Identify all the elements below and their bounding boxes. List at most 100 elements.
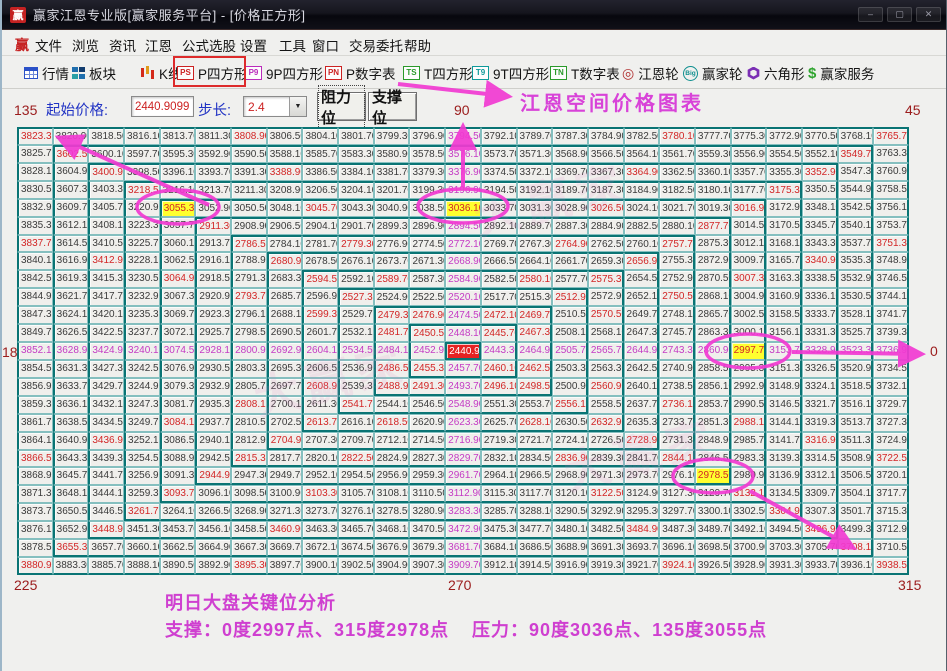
grid-cell: 2724.10 [552, 432, 588, 450]
grid-cell: 3204.10 [338, 181, 374, 199]
toolbar-item-gann-wheel[interactable]: ◎江恩轮 [622, 61, 679, 85]
grid-cell: 3021.70 [659, 199, 695, 217]
grid-cell: 3304.90 [766, 503, 802, 521]
step-select[interactable]: 2.4 ▼ [243, 96, 307, 117]
grid-cell: 2690.50 [267, 324, 303, 342]
support-button[interactable]: 支撑位 [368, 92, 417, 121]
grid-cell: 3110.50 [409, 485, 445, 503]
toolbar-item-label: 9T四方形 [493, 63, 549, 83]
grid-cell: 2971.30 [588, 467, 624, 485]
grid-cell: 2611.30 [302, 396, 338, 414]
grid-cell: 3199.30 [409, 181, 445, 199]
minimize-button[interactable]: ‒ [858, 7, 883, 22]
t-table-badge-icon: TN [550, 66, 567, 80]
grid-cell: 2896.90 [409, 217, 445, 235]
grid-cell: 3885.70 [88, 557, 124, 575]
grid-cell: 2796.10 [231, 306, 267, 324]
grid-cell: 3460.90 [267, 521, 303, 539]
grid-cell: 2551.30 [481, 396, 517, 414]
menu-item-8[interactable]: 窗口 [312, 35, 339, 55]
grid-cell: 3096.10 [195, 485, 231, 503]
grid-cell: 3852.10 [17, 342, 53, 360]
grid-cell: 3280.90 [409, 503, 445, 521]
menu-item-7[interactable]: 工具 [279, 35, 306, 55]
grid-cell: 3921.70 [624, 557, 660, 575]
grid-cell: 3372.10 [517, 163, 553, 181]
grid-cell: 2596.90 [302, 288, 338, 306]
grid-cell: 2798.50 [231, 324, 267, 342]
grid-cell: 3376.90 [445, 163, 481, 181]
grid-cell: 3384.10 [338, 163, 374, 181]
close-button[interactable]: ✕ [916, 7, 941, 22]
menu-item-5[interactable]: 公式选股 [182, 35, 236, 55]
grid-cell: 3391.30 [231, 163, 267, 181]
menu-item-4[interactable]: 江恩 [145, 35, 172, 55]
grid-cell: 3396.10 [160, 163, 196, 181]
toolbar-item-t-table[interactable]: TNT数字表 [550, 61, 620, 85]
grid-cell: 3856.90 [17, 378, 53, 396]
grid-cell: 3312.10 [802, 467, 838, 485]
resistance-button[interactable]: 阻力位 [317, 92, 366, 121]
grid-cell: 3664.90 [195, 539, 231, 557]
start-price-input[interactable] [131, 96, 194, 117]
toolbar-item-label: 赢家轮 [702, 63, 743, 83]
angle-label-45: 45 [905, 102, 921, 118]
grid-cell: 3849.70 [17, 324, 53, 342]
grid-cell: 2548.90 [445, 396, 481, 414]
grid-cell: 3348.10 [802, 199, 838, 217]
toolbar-item-hexagon[interactable]: 六角形 [747, 61, 805, 85]
angle-label-270: 270 [448, 577, 471, 593]
grid-cell: 3141.70 [766, 432, 802, 450]
grid-cell: 2556.10 [552, 396, 588, 414]
grid-cell: 3244.90 [124, 378, 160, 396]
grid-cell: 3806.50 [267, 127, 303, 145]
grid-cell: 2882.50 [624, 217, 660, 235]
grid-cell: 3820.90 [53, 127, 89, 145]
grid-cell: 3300.10 [695, 503, 731, 521]
grid-cell: 2923.30 [195, 306, 231, 324]
toolbar-item-service[interactable]: $赢家服务 [808, 61, 874, 85]
grid-cell: 2445.70 [481, 324, 517, 342]
grid-cell: 2481.70 [374, 324, 410, 342]
grid-cell: 2928.10 [195, 342, 231, 360]
toolbar-item-winner-wheel[interactable]: Big赢家轮 [683, 61, 743, 85]
grid-cell: 3206.50 [302, 181, 338, 199]
grid-cell: 2805.70 [231, 378, 267, 396]
menu-item-9[interactable]: 交易委托 [349, 35, 403, 55]
menu-item-3[interactable]: 资讯 [109, 35, 136, 55]
grid-cell: 3170.50 [766, 217, 802, 235]
grid-cell: 2577.70 [552, 270, 588, 288]
grid-cell: 2668.90 [445, 252, 481, 270]
toolbar-item-hangqing[interactable]: 行情 [24, 61, 69, 85]
grid-cell: 2520.10 [445, 288, 481, 306]
grid-cell: 2479.30 [374, 306, 410, 324]
gann-grid[interactable]: 3823.303820.903818.503816.103813.703811.… [17, 127, 909, 575]
pressure-text: 压力：90度3036点、135度3055点 [472, 616, 767, 642]
toolbar-item-9p-square[interactable]: P99P四方形 [245, 61, 323, 85]
grid-cell: 3254.50 [124, 450, 160, 468]
toolbar-item-p-table[interactable]: PNP数字表 [325, 61, 396, 85]
grid-cell: 3909.70 [445, 557, 481, 575]
maximize-button[interactable]: ▢ [887, 7, 912, 22]
toolbar-item-t-square[interactable]: TST四方形 [403, 61, 473, 85]
grid-cell: 3024.10 [624, 199, 660, 217]
menu-item-1[interactable]: 文件 [35, 35, 62, 55]
grid-cell: 2692.90 [267, 342, 303, 360]
toolbar-item-9t-square[interactable]: T99T四方形 [472, 61, 549, 85]
toolbar-item-bankuai[interactable]: 板块 [72, 61, 116, 85]
grid-cell: 3844.90 [17, 288, 53, 306]
grid-cell: 3189.70 [552, 181, 588, 199]
grid-cell: 2880.10 [659, 217, 695, 235]
grid-cell: 2601.70 [302, 324, 338, 342]
chevron-down-icon[interactable]: ▼ [289, 97, 306, 116]
grid-cell: 3393.70 [195, 163, 231, 181]
grid-cell: 2553.70 [517, 396, 553, 414]
grid-cell: 3153.70 [766, 342, 802, 360]
grid-cell: 3525.70 [838, 324, 874, 342]
grid-cell: 2800.90 [231, 342, 267, 360]
grid-cell: 2764.90 [552, 235, 588, 253]
analysis-title: 明日大盘关键位分析 [165, 589, 336, 615]
menu-item-2[interactable]: 浏览 [72, 35, 99, 55]
menu-item-6[interactable]: 设置 [240, 35, 267, 55]
menu-item-10[interactable]: 帮助 [404, 35, 431, 55]
